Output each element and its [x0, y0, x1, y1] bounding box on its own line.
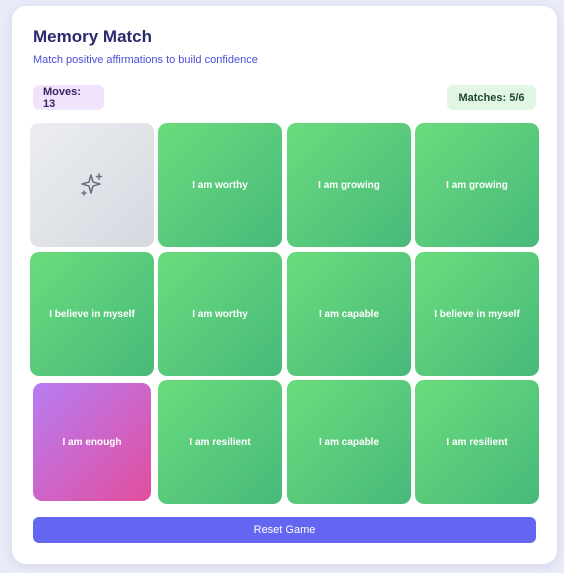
card-matched[interactable]: I am growing: [287, 123, 411, 247]
card-hidden[interactable]: [30, 123, 154, 247]
sparkles-icon: [79, 172, 105, 198]
card-matched[interactable]: I am resilient: [415, 380, 539, 504]
moves-badge: Moves: 13: [33, 85, 104, 110]
reset-game-button[interactable]: Reset Game: [33, 517, 536, 543]
card-revealed[interactable]: I am enough: [33, 383, 151, 501]
card-matched[interactable]: I am growing: [415, 123, 539, 247]
card-matched[interactable]: I believe in myself: [415, 252, 539, 376]
game-panel: Memory Match Match positive affirmations…: [12, 6, 557, 564]
matches-badge: Matches: 5/6: [447, 85, 536, 110]
card-matched[interactable]: I am capable: [287, 252, 411, 376]
card-matched[interactable]: I am capable: [287, 380, 411, 504]
card-grid: I am worthy I am growing I am growing I …: [29, 122, 540, 504]
card-matched[interactable]: I believe in myself: [30, 252, 154, 376]
card-matched[interactable]: I am worthy: [158, 123, 282, 247]
card-matched[interactable]: I am resilient: [158, 380, 282, 504]
card-matched[interactable]: I am worthy: [158, 252, 282, 376]
page-subtitle: Match positive affirmations to build con…: [33, 54, 258, 66]
page-title: Memory Match: [33, 27, 153, 46]
